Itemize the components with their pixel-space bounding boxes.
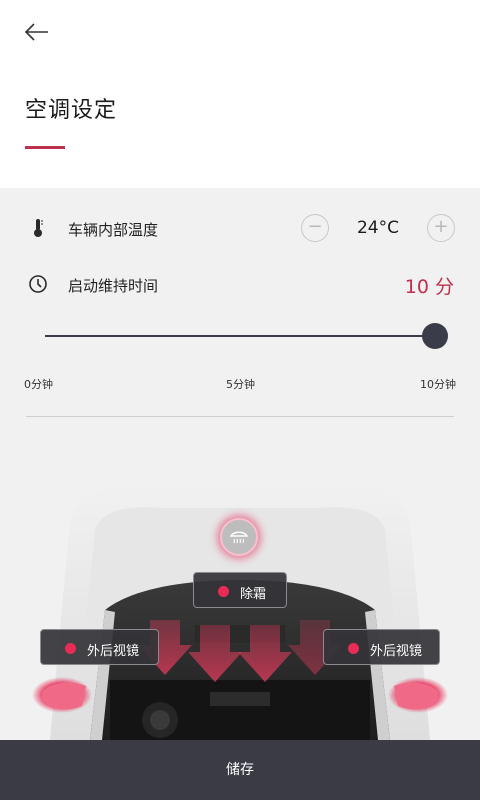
arrow-left-icon [24,23,48,41]
left-mirror-label: 外后视镜 [87,644,140,659]
defrost-icon [229,531,249,544]
right-mirror-tag[interactable]: 外后视镜 [323,629,440,665]
thermometer-icon [34,219,43,237]
status-dot [65,643,76,654]
save-button[interactable]: 储存 [0,740,480,800]
defrost-tag[interactable]: 除霜 [193,572,287,608]
temperature-value: 24°C [356,218,399,238]
slider-thumb[interactable] [422,323,448,349]
defrost-label: 除霜 [240,587,267,602]
temperature-increase-button[interactable]: + [427,214,455,242]
status-dot [218,586,229,597]
duration-row: 启动维持时间 10 分 [0,264,480,304]
temperature-label: 车辆内部温度 [68,221,159,239]
duration-label: 启动维持时间 [68,277,159,295]
duration-slider[interactable] [45,320,448,352]
slider-tick-min: 0分钟 [24,378,53,391]
page-title: 空调设定 [25,98,118,123]
slider-tick-mid: 5分钟 [226,378,255,391]
temperature-decrease-button[interactable]: − [301,214,329,242]
back-button[interactable] [22,18,54,46]
slider-track [45,335,445,337]
defrost-toggle-button[interactable] [220,518,258,556]
clock-icon [29,275,47,293]
duration-value: 10 分 [404,276,454,298]
temperature-row: 车辆内部温度 − 24°C + [0,208,480,248]
left-mirror-tag[interactable]: 外后视镜 [40,629,159,665]
header: 空调设定 [0,0,480,188]
status-dot [348,643,359,654]
title-underline [25,146,65,149]
divider [26,416,454,417]
right-mirror-label: 外后视镜 [370,644,423,659]
slider-tick-max: 10分钟 [420,378,456,391]
